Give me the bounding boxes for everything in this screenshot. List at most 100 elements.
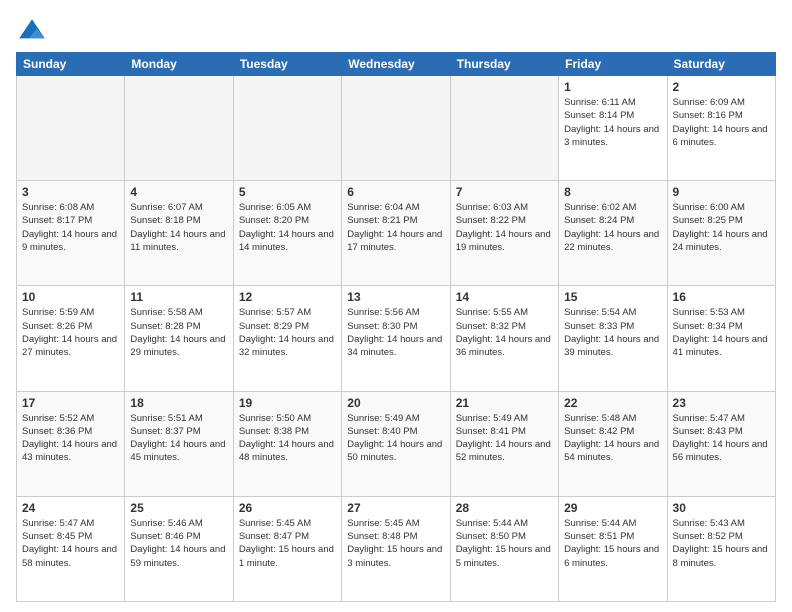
header (16, 12, 776, 48)
calendar-cell: 17Sunrise: 5:52 AMSunset: 8:36 PMDayligh… (17, 391, 125, 496)
col-header-sunday: Sunday (17, 53, 125, 76)
calendar-cell: 28 Sunrise: 5:44 AMSunset: 8:50 PMDayligh… (450, 496, 558, 601)
calendar-cell: 15 Sunrise: 5:54 AMSunset: 8:33 PMDayligh… (559, 286, 667, 391)
calendar-cell: 23 Sunrise: 5:47 AMSunset: 8:43 PMDayligh… (667, 391, 775, 496)
day-number: 7 (456, 185, 553, 199)
day-number: 23 (673, 396, 770, 410)
day-number: 17 (22, 396, 119, 410)
calendar-cell: 22 Sunrise: 5:48 AMSunset: 8:42 PMDayligh… (559, 391, 667, 496)
day-number: 12 (239, 290, 336, 304)
calendar-cell: 11Sunrise: 5:58 AMSunset: 8:28 PMDayligh… (125, 286, 233, 391)
day-number: 27 (347, 501, 444, 515)
calendar-cell: 8 Sunrise: 6:02 AMSunset: 8:24 PMDaylight… (559, 181, 667, 286)
calendar-header-row: SundayMondayTuesdayWednesdayThursdayFrid… (17, 53, 776, 76)
day-info: Sunrise: 6:03 AMSunset: 8:22 PMDaylight:… (456, 201, 553, 254)
day-info: Sunrise: 5:49 AMSunset: 8:40 PMDaylight:… (347, 412, 444, 465)
calendar-cell: 16Sunrise: 5:53 AMSunset: 8:34 PMDayligh… (667, 286, 775, 391)
day-number: 6 (347, 185, 444, 199)
day-info: Sunrise: 5:45 AMSunset: 8:47 PMDaylight:… (239, 517, 336, 570)
calendar-week-row: 10 Sunrise: 5:59 AMSunset: 8:26 PMDayligh… (17, 286, 776, 391)
logo (16, 16, 52, 48)
calendar-cell (17, 76, 125, 181)
calendar-week-row: 1 Sunrise: 6:11 AMSunset: 8:14 PMDaylight… (17, 76, 776, 181)
day-number: 25 (130, 501, 227, 515)
calendar-cell: 2Sunrise: 6:09 AMSunset: 8:16 PMDaylight… (667, 76, 775, 181)
calendar-cell: 19 Sunrise: 5:50 AMSunset: 8:38 PMDayligh… (233, 391, 341, 496)
calendar-week-row: 24Sunrise: 5:47 AMSunset: 8:45 PMDayligh… (17, 496, 776, 601)
day-number: 29 (564, 501, 661, 515)
calendar-cell: 29 Sunrise: 5:44 AMSunset: 8:51 PMDayligh… (559, 496, 667, 601)
logo-icon (16, 16, 48, 48)
day-number: 30 (673, 501, 770, 515)
col-header-friday: Friday (559, 53, 667, 76)
day-number: 11 (130, 290, 227, 304)
day-info: Sunrise: 6:07 AMSunset: 8:18 PMDaylight:… (130, 201, 227, 254)
day-number: 3 (22, 185, 119, 199)
calendar-cell (450, 76, 558, 181)
day-info: Sunrise: 5:46 AMSunset: 8:46 PMDaylight:… (130, 517, 227, 570)
calendar-cell: 10 Sunrise: 5:59 AMSunset: 8:26 PMDayligh… (17, 286, 125, 391)
day-info: Sunrise: 5:44 AMSunset: 8:50 PMDaylight:… (456, 517, 553, 570)
calendar-cell: 6 Sunrise: 6:04 AMSunset: 8:21 PMDaylight… (342, 181, 450, 286)
day-info: Sunrise: 5:53 AMSunset: 8:34 PMDaylight:… (673, 306, 770, 359)
day-info: Sunrise: 5:51 AMSunset: 8:37 PMDaylight:… (130, 412, 227, 465)
calendar-cell: 13 Sunrise: 5:56 AMSunset: 8:30 PMDayligh… (342, 286, 450, 391)
day-info: Sunrise: 5:44 AMSunset: 8:51 PMDaylight:… (564, 517, 661, 570)
calendar-cell: 20 Sunrise: 5:49 AMSunset: 8:40 PMDayligh… (342, 391, 450, 496)
day-info: Sunrise: 5:49 AMSunset: 8:41 PMDaylight:… (456, 412, 553, 465)
day-number: 26 (239, 501, 336, 515)
day-number: 9 (673, 185, 770, 199)
col-header-wednesday: Wednesday (342, 53, 450, 76)
col-header-saturday: Saturday (667, 53, 775, 76)
day-info: Sunrise: 5:43 AMSunset: 8:52 PMDaylight:… (673, 517, 770, 570)
day-info: Sunrise: 6:00 AMSunset: 8:25 PMDaylight:… (673, 201, 770, 254)
day-number: 5 (239, 185, 336, 199)
col-header-thursday: Thursday (450, 53, 558, 76)
calendar-table: SundayMondayTuesdayWednesdayThursdayFrid… (16, 52, 776, 602)
day-info: Sunrise: 6:04 AMSunset: 8:21 PMDaylight:… (347, 201, 444, 254)
calendar-cell (233, 76, 341, 181)
calendar-cell: 27 Sunrise: 5:45 AMSunset: 8:48 PMDayligh… (342, 496, 450, 601)
day-info: Sunrise: 6:08 AMSunset: 8:17 PMDaylight:… (22, 201, 119, 254)
day-number: 10 (22, 290, 119, 304)
calendar-cell: 12 Sunrise: 5:57 AMSunset: 8:29 PMDayligh… (233, 286, 341, 391)
day-info: Sunrise: 6:05 AMSunset: 8:20 PMDaylight:… (239, 201, 336, 254)
day-info: Sunrise: 5:50 AMSunset: 8:38 PMDaylight:… (239, 412, 336, 465)
calendar-cell: 3 Sunrise: 6:08 AMSunset: 8:17 PMDaylight… (17, 181, 125, 286)
day-number: 14 (456, 290, 553, 304)
calendar-cell: 5 Sunrise: 6:05 AMSunset: 8:20 PMDaylight… (233, 181, 341, 286)
calendar-cell: 1 Sunrise: 6:11 AMSunset: 8:14 PMDaylight… (559, 76, 667, 181)
calendar-cell: 4Sunrise: 6:07 AMSunset: 8:18 PMDaylight… (125, 181, 233, 286)
calendar-week-row: 3 Sunrise: 6:08 AMSunset: 8:17 PMDaylight… (17, 181, 776, 286)
day-info: Sunrise: 5:47 AMSunset: 8:45 PMDaylight:… (22, 517, 119, 570)
day-number: 19 (239, 396, 336, 410)
day-number: 21 (456, 396, 553, 410)
day-number: 13 (347, 290, 444, 304)
day-number: 1 (564, 80, 661, 94)
calendar-week-row: 17Sunrise: 5:52 AMSunset: 8:36 PMDayligh… (17, 391, 776, 496)
day-info: Sunrise: 5:54 AMSunset: 8:33 PMDaylight:… (564, 306, 661, 359)
day-info: Sunrise: 5:56 AMSunset: 8:30 PMDaylight:… (347, 306, 444, 359)
day-info: Sunrise: 5:55 AMSunset: 8:32 PMDaylight:… (456, 306, 553, 359)
calendar-cell: 14 Sunrise: 5:55 AMSunset: 8:32 PMDayligh… (450, 286, 558, 391)
day-number: 28 (456, 501, 553, 515)
day-info: Sunrise: 5:47 AMSunset: 8:43 PMDaylight:… (673, 412, 770, 465)
calendar-cell: 21 Sunrise: 5:49 AMSunset: 8:41 PMDayligh… (450, 391, 558, 496)
day-number: 15 (564, 290, 661, 304)
day-info: Sunrise: 5:59 AMSunset: 8:26 PMDaylight:… (22, 306, 119, 359)
col-header-tuesday: Tuesday (233, 53, 341, 76)
day-info: Sunrise: 6:02 AMSunset: 8:24 PMDaylight:… (564, 201, 661, 254)
calendar-cell: 30 Sunrise: 5:43 AMSunset: 8:52 PMDayligh… (667, 496, 775, 601)
page: SundayMondayTuesdayWednesdayThursdayFrid… (0, 0, 792, 612)
calendar-cell: 24Sunrise: 5:47 AMSunset: 8:45 PMDayligh… (17, 496, 125, 601)
day-number: 22 (564, 396, 661, 410)
day-info: Sunrise: 6:11 AMSunset: 8:14 PMDaylight:… (564, 96, 661, 149)
calendar-cell: 9 Sunrise: 6:00 AMSunset: 8:25 PMDaylight… (667, 181, 775, 286)
day-info: Sunrise: 5:48 AMSunset: 8:42 PMDaylight:… (564, 412, 661, 465)
calendar-cell: 7 Sunrise: 6:03 AMSunset: 8:22 PMDaylight… (450, 181, 558, 286)
day-info: Sunrise: 5:57 AMSunset: 8:29 PMDaylight:… (239, 306, 336, 359)
day-number: 20 (347, 396, 444, 410)
day-number: 8 (564, 185, 661, 199)
day-info: Sunrise: 5:45 AMSunset: 8:48 PMDaylight:… (347, 517, 444, 570)
day-number: 2 (673, 80, 770, 94)
